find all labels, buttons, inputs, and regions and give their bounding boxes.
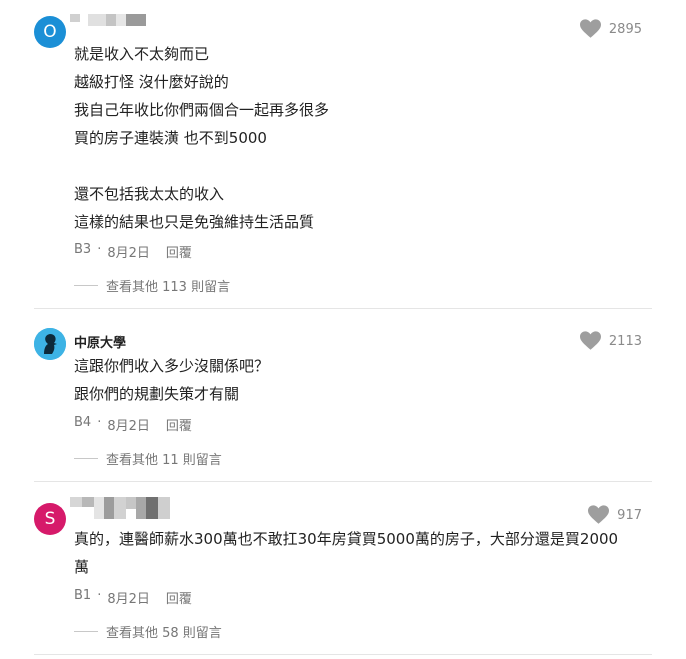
avatar[interactable]: O	[34, 16, 66, 48]
like-number: 2895	[608, 21, 642, 37]
avatar[interactable]: S	[34, 503, 66, 535]
comment-meta: B4 · 8月2日 回覆	[74, 415, 192, 434]
comment-text-line: 真的，連醫師薪水300萬也不敢扛30年房貸買5000萬的房子，大部分還是買200…	[74, 530, 619, 548]
blurred-author-name	[70, 14, 146, 26]
user-silhouette-icon	[34, 328, 66, 360]
heart-icon	[579, 331, 601, 350]
floor-number: B3	[74, 242, 92, 257]
divider-dash	[74, 631, 98, 632]
comment-date: 8月2日	[107, 246, 150, 261]
like-count[interactable]: 2113	[579, 331, 642, 351]
reply-button[interactable]: 回覆	[166, 242, 192, 261]
comment-meta: B1 · 8月2日 回覆	[74, 588, 192, 607]
like-count[interactable]: 2895	[579, 19, 642, 39]
comment-date: 8月2日	[107, 419, 150, 434]
like-count[interactable]: 917	[588, 505, 642, 525]
comment-text-line: 買的房子連裝潢 也不到5000	[74, 129, 267, 147]
comment-divider	[34, 308, 652, 309]
view-more-label: 查看其他 58 則留言	[106, 626, 222, 641]
comment-text-line: 就是收入不太夠而已	[74, 45, 210, 63]
reply-button[interactable]: 回覆	[166, 588, 192, 607]
comment-date: 8月2日	[107, 592, 150, 607]
floor-number: B4	[74, 415, 92, 430]
view-more-label: 查看其他 11 則留言	[106, 453, 222, 468]
author-name[interactable]: 中原大學	[74, 332, 126, 351]
view-more-label: 查看其他 113 則留言	[106, 280, 231, 295]
comment-divider	[34, 481, 652, 482]
view-more-replies[interactable]: 查看其他 113 則留言	[74, 276, 230, 295]
blurred-author-name	[70, 497, 170, 519]
reply-button[interactable]: 回覆	[166, 415, 192, 434]
comment-meta: B3 · 8月2日 回覆	[74, 242, 192, 261]
divider-dash	[74, 285, 98, 286]
like-number: 2113	[608, 333, 642, 349]
comment-text-line: 越級打怪 沒什麼好說的	[74, 73, 229, 91]
comment-text-line: 這跟你們收入多少沒關係吧？	[74, 357, 270, 375]
heart-icon	[588, 505, 610, 524]
comment-divider	[34, 654, 652, 655]
view-more-replies[interactable]: 查看其他 11 則留言	[74, 449, 222, 468]
view-more-replies[interactable]: 查看其他 58 則留言	[74, 622, 222, 641]
comment-text-line: 這樣的結果也只是免強維持生活品質	[74, 213, 315, 231]
comment-text-line: 我自己年收比你們兩個合一起再多很多	[74, 101, 330, 119]
heart-icon	[579, 19, 601, 38]
divider-dash	[74, 458, 98, 459]
comment-text-line: 還不包括我太太的收入	[74, 185, 225, 203]
like-number: 917	[617, 507, 642, 523]
meta-dot: ·	[97, 588, 102, 603]
avatar[interactable]	[34, 328, 66, 360]
comment-text-line: 萬	[74, 558, 90, 576]
meta-dot: ·	[97, 415, 102, 430]
meta-dot: ·	[97, 242, 102, 257]
floor-number: B1	[74, 588, 92, 603]
comment-text-line: 跟你們的規劃失策才有關	[74, 385, 240, 403]
